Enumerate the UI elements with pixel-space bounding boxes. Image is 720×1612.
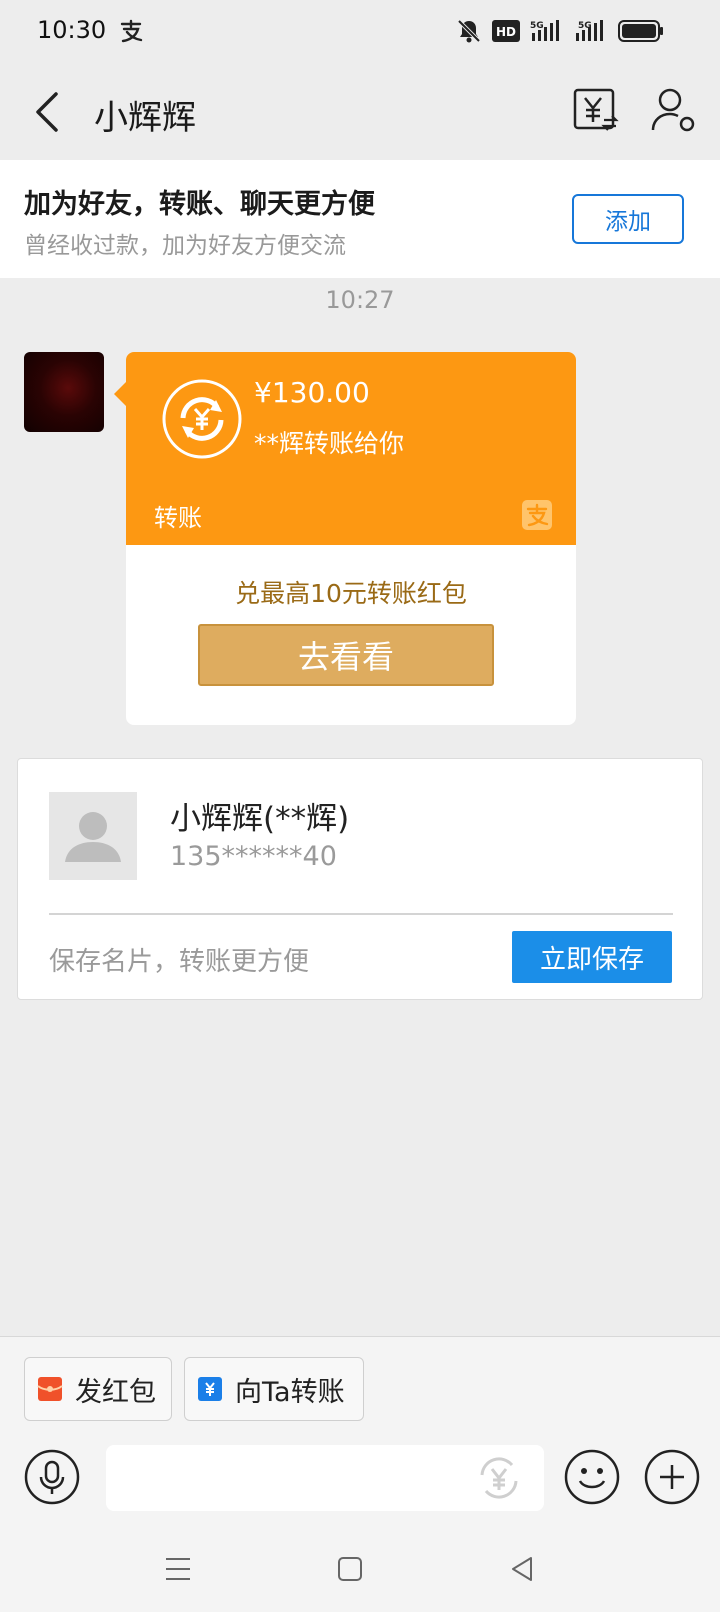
save-hint: 保存名片，转账更方便 [49, 947, 310, 977]
status-bar: 10:30 HD 5G 5G [0, 0, 720, 64]
profile-settings-icon[interactable] [650, 86, 698, 134]
more-actions-icon[interactable] [644, 1449, 700, 1505]
5g-signal-icon: 5G [530, 20, 559, 41]
svg-text:5G: 5G [530, 21, 544, 31]
contact-card: 小辉辉(**辉) 135******40 保存名片，转账更方便 立即保存 [17, 758, 703, 1000]
back-arrow-icon[interactable] [30, 88, 66, 136]
transfer-coin-icon [162, 379, 242, 459]
transfer-type-label: 转账 [154, 504, 202, 532]
nav-bar: 小辉辉 [0, 64, 720, 160]
chat-title: 小辉辉 [94, 98, 196, 138]
transfer-amount: ¥130.00 [254, 376, 370, 409]
alipay-icon [120, 19, 143, 43]
message-timestamp: 10:27 [325, 286, 395, 314]
battery-icon [618, 20, 663, 42]
yen-coin-icon[interactable] [474, 1453, 524, 1503]
alipay-logo-icon [522, 500, 552, 530]
nav-back-icon[interactable] [507, 1554, 537, 1584]
transfer-description: **辉转账给你 [254, 429, 405, 458]
red-packet-label: 发红包 [75, 1376, 156, 1408]
transfer-label: 向Ta转账 [235, 1376, 345, 1408]
banner-subtext: 曾经收过款，加为好友方便交流 [24, 233, 346, 259]
voice-input-icon[interactable] [24, 1449, 80, 1505]
red-packet-icon [37, 1377, 63, 1401]
banner-heading: 加为好友，转账、聊天更方便 [24, 189, 375, 220]
5g-signal-icon: 5G [576, 20, 603, 41]
home-icon[interactable] [335, 1554, 365, 1584]
send-red-packet-button[interactable]: 发红包 [24, 1357, 172, 1421]
promo-text: 兑最高10元转账红包 [235, 579, 467, 608]
add-friend-button[interactable]: 添加 [572, 194, 684, 244]
svg-text:HD: HD [496, 25, 516, 39]
transfer-message-bubble[interactable]: ¥130.00 **辉转账给你 转账 兑最高10元转账红包 去看看 [126, 352, 576, 725]
status-icons: HD 5G 5G [456, 18, 664, 44]
contact-phone: 135******40 [170, 841, 337, 872]
status-time: 10:30 [37, 16, 107, 44]
input-panel: 发红包 向Ta转账 [0, 1336, 720, 1526]
system-nav-bar [0, 1526, 720, 1612]
transfer-to-them-button[interactable]: 向Ta转账 [184, 1357, 364, 1421]
contact-name: 小辉辉(**辉) [170, 801, 350, 837]
add-friend-banner: 加为好友，转账、聊天更方便 曾经收过款，加为好友方便交流 添加 [0, 160, 720, 278]
hd-icon: HD [492, 20, 520, 42]
view-promo-button[interactable]: 去看看 [198, 624, 494, 686]
menu-icon[interactable] [163, 1554, 193, 1584]
sender-avatar[interactable] [24, 352, 104, 432]
transfer-ticket-icon [198, 1377, 222, 1401]
default-avatar-icon [49, 792, 137, 880]
transfer-header[interactable]: ¥130.00 **辉转账给你 转账 [126, 352, 576, 545]
save-contact-button[interactable]: 立即保存 [512, 931, 672, 983]
yen-transfer-icon[interactable] [572, 86, 620, 134]
card-divider [49, 913, 673, 915]
mute-icon [457, 19, 481, 43]
bubble-tail [114, 382, 126, 406]
emoji-icon[interactable] [564, 1449, 620, 1505]
